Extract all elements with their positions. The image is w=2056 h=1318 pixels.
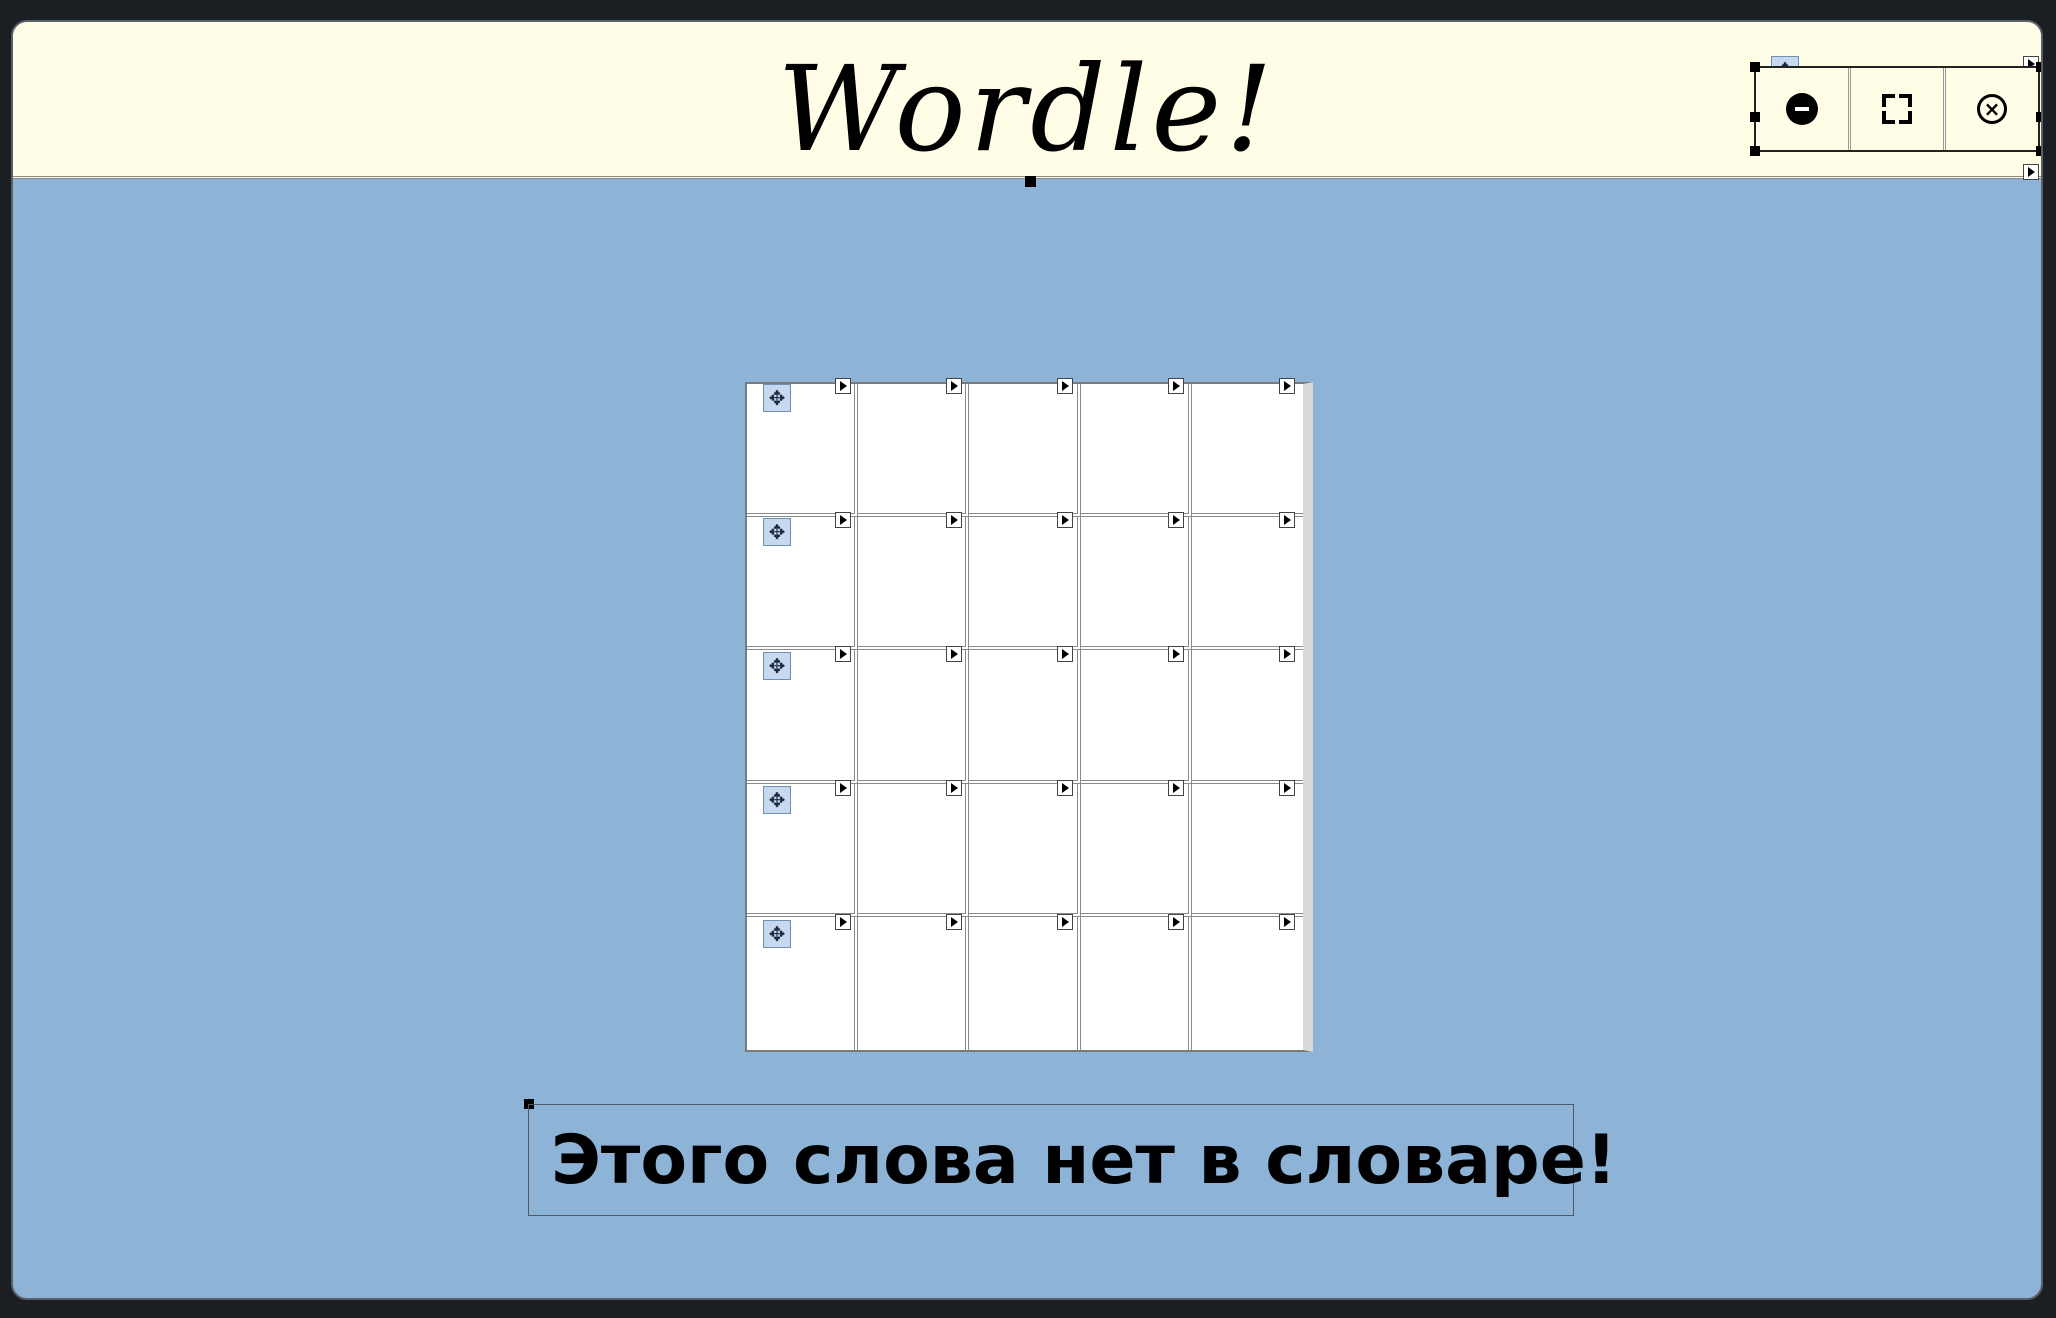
letter-cell[interactable]	[858, 650, 970, 784]
letter-cell[interactable]	[1191, 384, 1303, 518]
cell-arrow-icon[interactable]	[835, 378, 851, 394]
minimize-button[interactable]	[1756, 68, 1851, 150]
app-title: Wordle!	[777, 40, 1277, 178]
letter-cell[interactable]	[969, 517, 1081, 651]
status-message: Этого слова нет в словаре!	[528, 1104, 1617, 1216]
app-window: Wordle! ✥ ×	[11, 20, 2043, 1300]
maximize-button[interactable]	[1851, 68, 1946, 150]
selection-handle[interactable]	[2036, 62, 2041, 72]
cell-arrow-icon[interactable]	[1279, 646, 1295, 662]
row-move-handle-icon[interactable]: ✥	[763, 384, 791, 412]
letter-cell[interactable]	[1191, 916, 1303, 1050]
cell-arrow-icon[interactable]	[946, 378, 962, 394]
letter-cell[interactable]	[1191, 517, 1303, 651]
letter-cell[interactable]	[969, 916, 1081, 1050]
row-move-handle-icon[interactable]: ✥	[763, 786, 791, 814]
cell-arrow-icon[interactable]	[1057, 914, 1073, 930]
letter-cell[interactable]	[858, 916, 970, 1050]
letter-cell[interactable]	[858, 384, 970, 518]
selection-handle[interactable]	[1750, 112, 1760, 122]
cell-arrow-icon[interactable]	[1057, 512, 1073, 528]
cell-arrow-icon[interactable]	[1168, 512, 1184, 528]
wordle-board: ✥ ✥ ✥ ✥ ✥	[735, 372, 1325, 1052]
letter-cell[interactable]	[1080, 783, 1192, 917]
selection-handle[interactable]	[1750, 146, 1760, 156]
cell-arrow-icon[interactable]	[1168, 914, 1184, 930]
letter-cell[interactable]	[1080, 384, 1192, 518]
row-move-handle-icon[interactable]: ✥	[763, 518, 791, 546]
selection-handle[interactable]	[1750, 62, 1760, 72]
letter-cell[interactable]	[1080, 916, 1192, 1050]
letter-cell[interactable]	[858, 517, 970, 651]
cell-arrow-icon[interactable]	[946, 512, 962, 528]
cell-arrow-icon[interactable]	[1279, 378, 1295, 394]
letter-cell[interactable]	[1080, 650, 1192, 784]
cell-arrow-icon[interactable]	[1279, 780, 1295, 796]
move-glyph: ✥	[768, 788, 786, 812]
move-glyph: ✥	[768, 386, 786, 410]
cell-arrow-icon[interactable]	[835, 780, 851, 796]
letter-cell[interactable]	[969, 384, 1081, 518]
close-button[interactable]: ×	[1946, 68, 2038, 150]
letter-cell[interactable]	[1191, 783, 1303, 917]
close-glyph: ×	[1983, 97, 2001, 121]
selection-handle[interactable]	[1025, 176, 1036, 187]
cell-arrow-icon[interactable]	[1057, 378, 1073, 394]
maximize-icon	[1882, 94, 1912, 124]
close-icon: ×	[1977, 94, 2007, 124]
minimize-icon	[1786, 93, 1818, 125]
move-glyph: ✥	[768, 654, 786, 678]
title-bar[interactable]: Wordle! ✥ ×	[13, 22, 2041, 187]
cell-arrow-icon[interactable]	[835, 914, 851, 930]
cell-arrow-icon[interactable]	[946, 646, 962, 662]
cell-arrow-icon[interactable]	[1279, 512, 1295, 528]
move-glyph: ✥	[768, 520, 786, 544]
corner-arrow-icon[interactable]	[2023, 164, 2039, 180]
selection-handle[interactable]	[2036, 112, 2041, 122]
cell-arrow-icon[interactable]	[1168, 646, 1184, 662]
cell-arrow-icon[interactable]	[1057, 780, 1073, 796]
selection-handle[interactable]	[2036, 146, 2041, 156]
move-glyph: ✥	[768, 922, 786, 946]
letter-cell[interactable]	[1191, 650, 1303, 784]
cell-arrow-icon[interactable]	[1057, 646, 1073, 662]
cell-arrow-icon[interactable]	[1168, 378, 1184, 394]
cell-arrow-icon[interactable]	[1168, 780, 1184, 796]
row-move-handle-icon[interactable]: ✥	[763, 652, 791, 680]
letter-cell[interactable]	[969, 783, 1081, 917]
letter-grid	[745, 382, 1313, 1052]
row-move-handle-icon[interactable]: ✥	[763, 920, 791, 948]
window-controls: ×	[1754, 66, 2040, 152]
letter-cell[interactable]	[1080, 517, 1192, 651]
cell-arrow-icon[interactable]	[835, 512, 851, 528]
letter-cell[interactable]	[969, 650, 1081, 784]
letter-cell[interactable]	[858, 783, 970, 917]
cell-arrow-icon[interactable]	[835, 646, 851, 662]
cell-arrow-icon[interactable]	[1279, 914, 1295, 930]
cell-arrow-icon[interactable]	[946, 780, 962, 796]
cell-arrow-icon[interactable]	[946, 914, 962, 930]
